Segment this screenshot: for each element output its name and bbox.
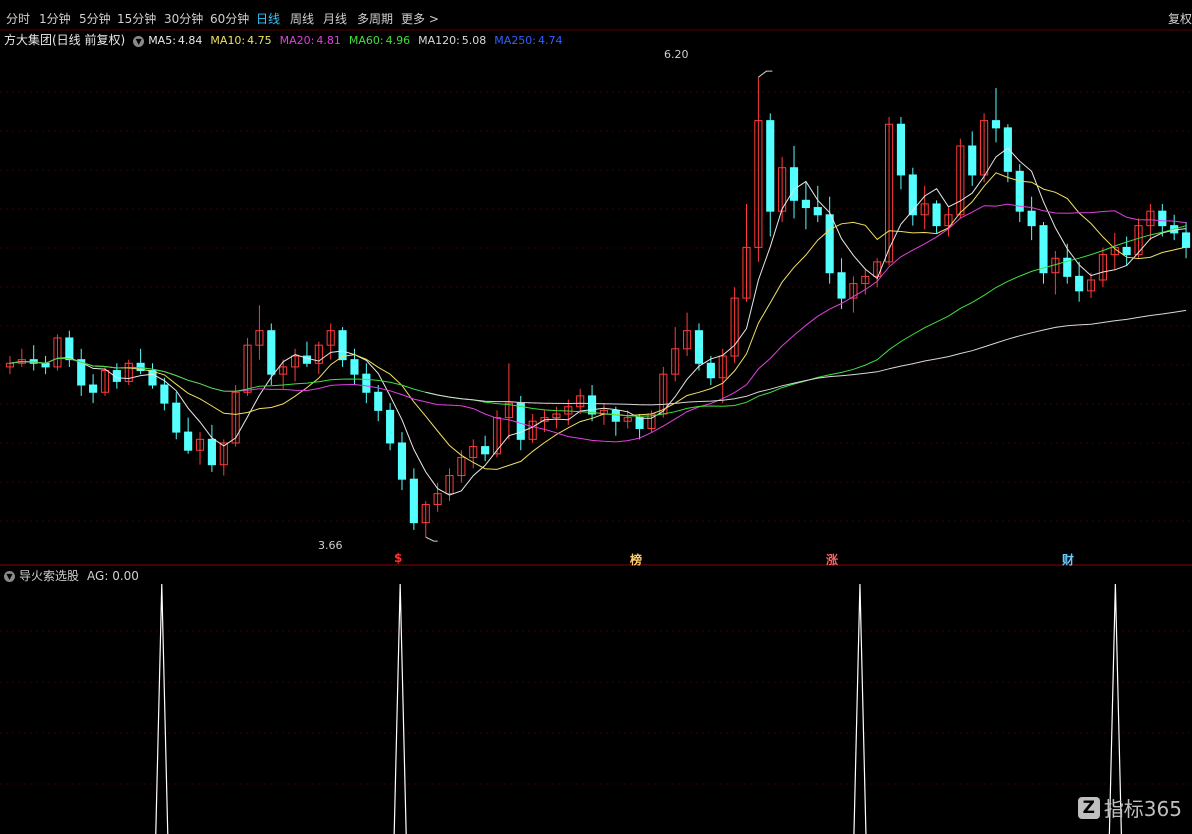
candle-body [706, 362, 715, 379]
candle-body [362, 373, 371, 393]
candle-body [1015, 170, 1024, 212]
indicator-label: AG: [87, 569, 109, 583]
low-leader-line [425, 536, 438, 542]
candle-body [587, 395, 597, 415]
candle-body [837, 272, 846, 299]
event-marker-4[interactable]: 财 [1062, 551, 1074, 568]
high-leader-line [758, 70, 773, 78]
candle-body [766, 120, 775, 212]
event-marker-1[interactable]: $ [394, 551, 402, 565]
candle-body [89, 384, 98, 393]
candle-body [350, 359, 359, 375]
indicator-spike [853, 583, 867, 834]
indicator-name: 导火索选股 [19, 569, 80, 583]
indicator-toggle-icon[interactable]: ▼ [4, 571, 15, 582]
candle-body [65, 337, 74, 361]
candle-body [825, 214, 834, 274]
watermark-logo-icon: Z [1077, 796, 1100, 819]
high-price-label: 6.20 [664, 48, 689, 61]
candle-body [374, 391, 383, 411]
watermark: Z 指标365 [1077, 793, 1182, 822]
candle-body [207, 438, 216, 466]
event-marker-3[interactable]: 涨 [826, 551, 838, 568]
ma-line-ma60 [9, 225, 1187, 417]
candle-body [1039, 225, 1048, 274]
candle-body [1181, 232, 1191, 248]
event-marker-2[interactable]: 榜 [630, 551, 642, 568]
indicator-value: 0.00 [112, 569, 139, 583]
indicator-legend: ▼ 导火索选股 AG: 0.00 [4, 567, 139, 583]
candle-body [516, 402, 525, 440]
indicator-spike [155, 583, 169, 834]
candle-body [184, 431, 193, 451]
candle-body [409, 478, 418, 524]
candle-body [801, 199, 810, 209]
candle-body [896, 123, 906, 176]
candle-body [789, 167, 799, 201]
candle-body [1122, 246, 1131, 256]
kline-chart [0, 29, 1192, 834]
candle-body [148, 370, 157, 386]
candle-body [397, 442, 407, 480]
candle-body [968, 145, 977, 176]
candle-body [908, 174, 917, 216]
candle-body [338, 330, 347, 361]
low-price-label: 3.66 [318, 539, 343, 552]
candle-body [611, 409, 620, 422]
candle-body [813, 207, 822, 216]
ma-line-ma10 [9, 172, 1187, 470]
candle-body [386, 409, 395, 444]
candle-body [160, 384, 169, 404]
candle-body [41, 362, 50, 368]
candle-body [1158, 210, 1167, 227]
watermark-text: 指标365 [1103, 797, 1182, 821]
candle-body [267, 330, 276, 375]
candle-body [481, 446, 490, 455]
candle-body [991, 120, 1001, 129]
candle-body [172, 402, 181, 433]
candle-body [1027, 210, 1036, 227]
candle-body [1075, 275, 1084, 292]
indicator-spike [393, 583, 407, 834]
candle-body [932, 203, 941, 227]
candle-body [694, 330, 704, 364]
candle-body [635, 417, 644, 429]
ma-line-ma120 [425, 309, 1187, 406]
